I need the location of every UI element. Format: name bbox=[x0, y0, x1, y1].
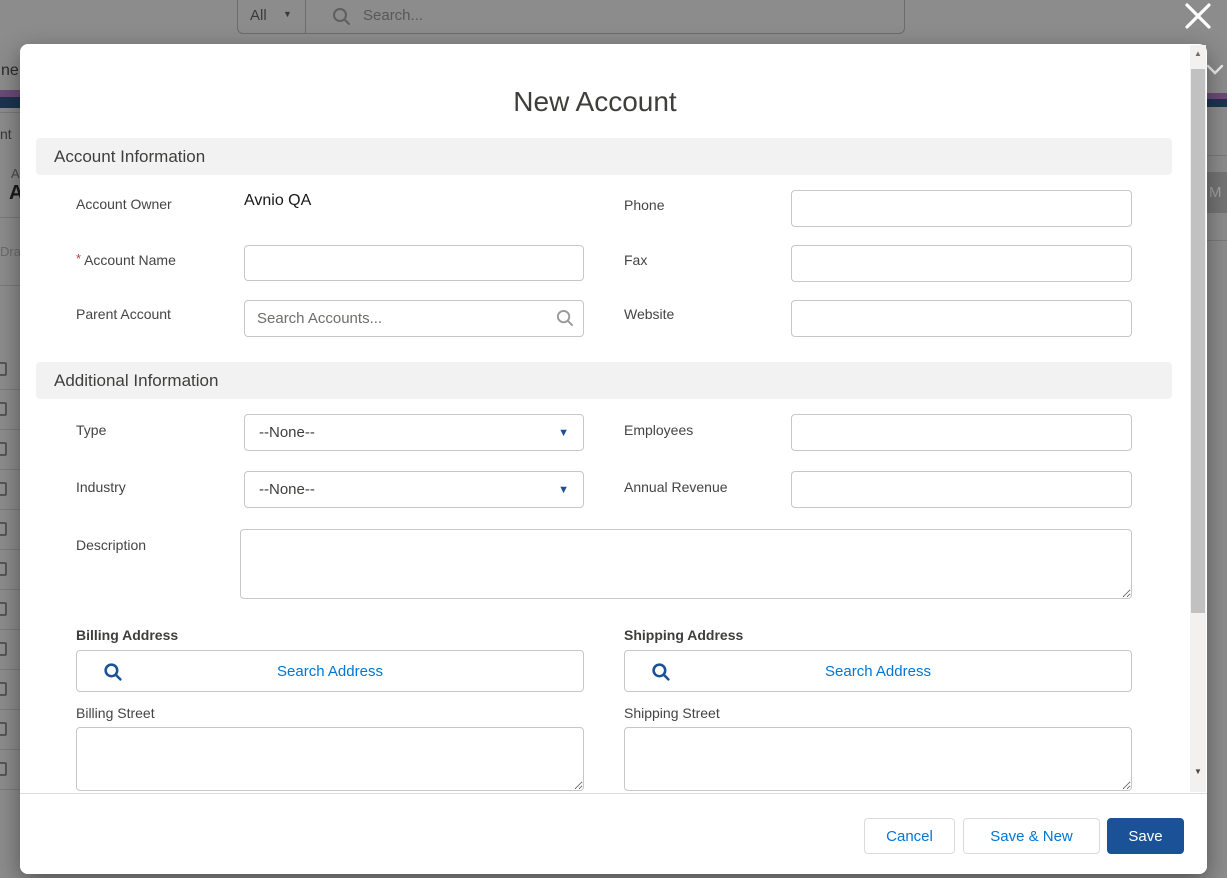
industry-select-value: --None-- bbox=[259, 481, 315, 498]
section-header-account-information: Account Information bbox=[36, 138, 1172, 175]
chevron-down-icon bbox=[1206, 64, 1224, 76]
divider bbox=[0, 217, 20, 218]
row-checkbox[interactable] bbox=[0, 682, 7, 696]
scroll-down-icon[interactable]: ▼ bbox=[1190, 767, 1206, 776]
shipping-search-address-button[interactable]: Search Address bbox=[624, 650, 1132, 692]
background-table-rows bbox=[0, 350, 20, 790]
divider bbox=[0, 285, 20, 286]
website-label: Website bbox=[624, 306, 674, 322]
brand-stripe-purple bbox=[0, 90, 20, 97]
row-checkbox[interactable] bbox=[0, 442, 7, 456]
chevron-down-icon: ▼ bbox=[558, 427, 569, 439]
background-button-fragment: M bbox=[1205, 172, 1227, 213]
close-icon[interactable] bbox=[1183, 2, 1213, 30]
search-icon bbox=[651, 662, 671, 682]
breadcrumb-fragment: nt bbox=[0, 126, 12, 142]
modal-title: New Account bbox=[20, 86, 1170, 118]
brand-stripe-navy bbox=[0, 97, 20, 108]
search-scope-divider bbox=[305, 0, 306, 33]
row-checkbox[interactable] bbox=[0, 362, 7, 376]
table-row bbox=[0, 430, 20, 470]
shipping-street-field[interactable] bbox=[624, 727, 1132, 791]
search-icon bbox=[332, 7, 351, 26]
type-select-value: --None-- bbox=[259, 424, 315, 441]
employees-field[interactable] bbox=[791, 414, 1132, 451]
table-row bbox=[0, 510, 20, 550]
shipping-street-label: Shipping Street bbox=[624, 705, 720, 721]
divider bbox=[1205, 240, 1227, 241]
scrollbar-thumb[interactable] bbox=[1191, 69, 1205, 613]
save-and-new-button[interactable]: Save & New bbox=[963, 818, 1100, 854]
row-checkbox[interactable] bbox=[0, 722, 7, 736]
fax-field[interactable] bbox=[791, 245, 1132, 282]
parent-account-lookup bbox=[244, 300, 584, 337]
type-label: Type bbox=[76, 422, 106, 438]
row-checkbox[interactable] bbox=[0, 482, 7, 496]
divider bbox=[1205, 155, 1227, 156]
search-icon bbox=[103, 662, 123, 682]
industry-label: Industry bbox=[76, 479, 126, 495]
table-row bbox=[0, 470, 20, 510]
chevron-down-icon: ▼ bbox=[558, 484, 569, 496]
modal-footer: Cancel Save & New Save bbox=[20, 793, 1207, 874]
description-label: Description bbox=[76, 537, 146, 553]
website-field[interactable] bbox=[791, 300, 1132, 337]
table-row bbox=[0, 590, 20, 630]
table-row bbox=[0, 750, 20, 790]
table-row bbox=[0, 670, 20, 710]
annual-revenue-label: Annual Revenue bbox=[624, 479, 728, 495]
account-name-field[interactable] bbox=[244, 245, 584, 281]
account-name-label: *Account Name bbox=[76, 251, 176, 268]
type-select[interactable]: --None-- ▼ bbox=[244, 414, 584, 451]
search-icon bbox=[556, 309, 574, 327]
shipping-address-heading: Shipping Address bbox=[624, 627, 743, 643]
billing-street-label: Billing Street bbox=[76, 705, 155, 721]
save-button[interactable]: Save bbox=[1107, 818, 1184, 854]
phone-field[interactable] bbox=[791, 190, 1132, 227]
table-row bbox=[0, 350, 20, 390]
parent-account-label: Parent Account bbox=[76, 306, 171, 322]
scroll-up-icon[interactable]: ▲ bbox=[1190, 49, 1206, 58]
account-owner-value: Avnio QA bbox=[244, 192, 311, 210]
table-row bbox=[0, 550, 20, 590]
billing-street-field[interactable] bbox=[76, 727, 584, 791]
entity-label-fragment: A bbox=[11, 166, 20, 181]
row-checkbox[interactable] bbox=[0, 522, 7, 536]
nav-tab-fragment: ne bbox=[1, 62, 19, 80]
table-row bbox=[0, 710, 20, 750]
chevron-down-icon: ▼ bbox=[283, 9, 292, 19]
section-header-additional-information: Additional Information bbox=[36, 362, 1172, 399]
list-hint-fragment: Dra bbox=[0, 244, 21, 259]
fax-label: Fax bbox=[624, 252, 647, 268]
description-field[interactable] bbox=[240, 529, 1132, 599]
required-asterisk: * bbox=[76, 251, 81, 266]
row-checkbox[interactable] bbox=[0, 602, 7, 616]
account-owner-label: Account Owner bbox=[76, 196, 172, 212]
brand-stripe-navy bbox=[1205, 99, 1227, 107]
row-checkbox[interactable] bbox=[0, 562, 7, 576]
billing-search-address-button[interactable]: Search Address bbox=[76, 650, 584, 692]
global-search-input[interactable]: Search... bbox=[363, 7, 423, 24]
table-row bbox=[0, 390, 20, 430]
row-checkbox[interactable] bbox=[0, 642, 7, 656]
parent-account-field[interactable] bbox=[244, 300, 584, 337]
new-account-modal: New Account Account Information Account … bbox=[20, 44, 1207, 874]
annual-revenue-field[interactable] bbox=[791, 471, 1132, 508]
billing-address-heading: Billing Address bbox=[76, 627, 178, 643]
row-checkbox[interactable] bbox=[0, 762, 7, 776]
row-checkbox[interactable] bbox=[0, 402, 7, 416]
employees-label: Employees bbox=[624, 422, 693, 438]
table-row bbox=[0, 630, 20, 670]
search-scope-selector[interactable]: All bbox=[250, 7, 267, 24]
phone-label: Phone bbox=[624, 197, 664, 213]
cancel-button[interactable]: Cancel bbox=[864, 818, 955, 854]
divider bbox=[0, 112, 20, 113]
industry-select[interactable]: --None-- ▼ bbox=[244, 471, 584, 508]
modal-scrollbar[interactable]: ▲ ▼ bbox=[1190, 45, 1206, 792]
